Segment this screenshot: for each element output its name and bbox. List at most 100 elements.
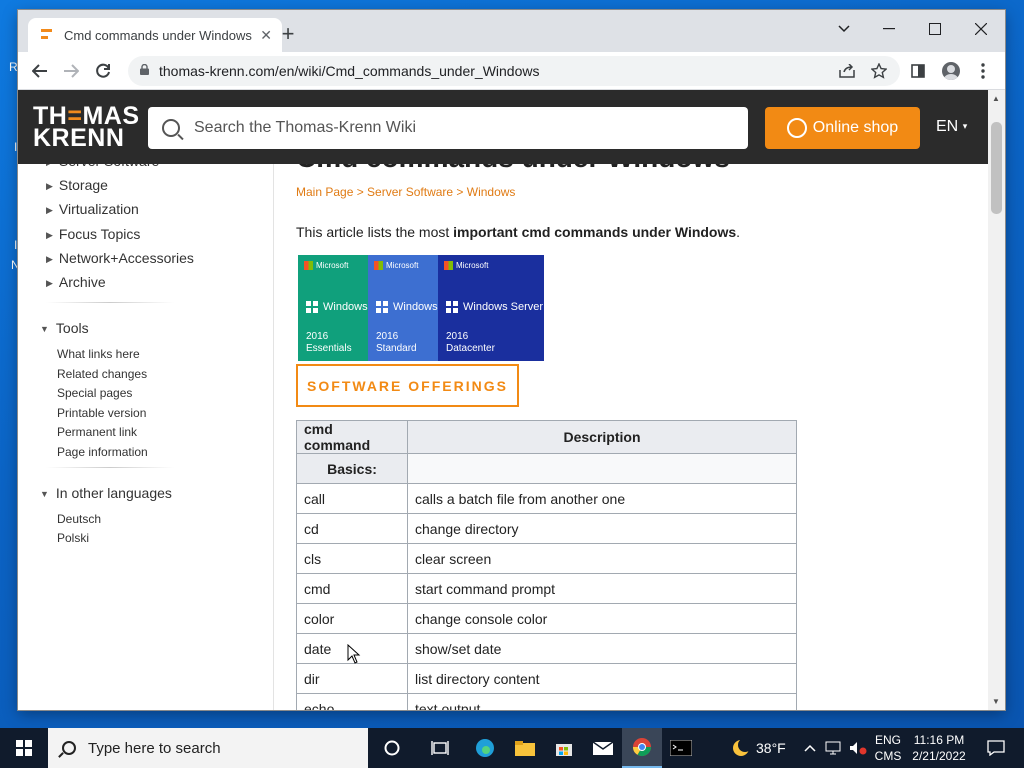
tool-link[interactable]: Permanent link	[57, 425, 137, 439]
lock-icon[interactable]	[140, 63, 149, 78]
article-intro: This article lists the most important cm…	[296, 224, 741, 240]
scroll-up-arrow-icon[interactable]: ▲	[992, 94, 1000, 103]
reload-button[interactable]	[90, 59, 116, 83]
tab-search-chevron-icon[interactable]	[821, 14, 867, 44]
table-header: Description	[407, 420, 797, 454]
command-cell: cls	[296, 543, 408, 574]
table-cell	[407, 453, 797, 484]
browser-toolbar: thomas-krenn.com/en/wiki/Cmd_commands_un…	[18, 52, 1005, 90]
microsoft-store-icon[interactable]	[544, 728, 584, 768]
description-cell: list directory content	[407, 663, 797, 694]
breadcrumb[interactable]: Main Page > Server Software > Windows	[296, 185, 515, 199]
table-row: cls clear screen	[296, 543, 797, 574]
description-cell: show/set date	[407, 633, 797, 664]
table-row: echo text output	[296, 693, 797, 710]
sidebar-item-focus-topics[interactable]: ▶ Focus Topics	[46, 226, 140, 242]
language-link[interactable]: Deutsch	[57, 512, 101, 526]
desktop-icon-label: I	[14, 140, 18, 154]
bookmark-star-icon[interactable]	[866, 59, 892, 83]
clock[interactable]: 11:16 PM 2/21/2022	[906, 732, 972, 764]
tool-link[interactable]: What links here	[57, 347, 140, 361]
tool-link[interactable]: Page information	[57, 445, 148, 459]
sidebar-item-virtualization[interactable]: ▶ Virtualization	[46, 201, 139, 217]
command-cell: color	[296, 603, 408, 634]
taskbar: Type here to search 38°F ENG CMS 11:16 PM…	[0, 728, 1024, 768]
weather-temperature[interactable]: 38°F	[756, 740, 786, 756]
desktop-icon-label: R	[9, 60, 18, 74]
menu-kebab-icon[interactable]	[970, 59, 996, 83]
command-cell: dir	[296, 663, 408, 694]
volume-muted-icon[interactable]	[846, 728, 870, 768]
scrollbar-thumb[interactable]	[991, 122, 1002, 214]
scroll-down-arrow-icon[interactable]: ▼	[992, 697, 1000, 706]
tab-close-icon[interactable]: ✕	[260, 27, 272, 44]
cortana-icon[interactable]	[372, 728, 412, 768]
search-placeholder: Search the Thomas-Krenn Wiki	[194, 119, 417, 136]
share-icon[interactable]	[834, 59, 860, 83]
search-icon	[62, 741, 76, 755]
profile-avatar[interactable]	[938, 59, 964, 83]
thomas-krenn-logo[interactable]: TH=MAS KRENN	[33, 104, 140, 151]
show-hidden-icons-chevron-icon[interactable]	[798, 728, 822, 768]
language-selector[interactable]: EN ▾	[936, 118, 967, 136]
sidebar-item-storage[interactable]: ▶ Storage	[46, 177, 108, 193]
back-button[interactable]	[27, 59, 53, 83]
forward-button[interactable]	[58, 59, 84, 83]
online-shop-button[interactable]: Online shop	[765, 107, 920, 149]
minimize-button[interactable]	[866, 14, 912, 44]
chrome-icon[interactable]	[622, 728, 662, 768]
page-scrollbar[interactable]: ▲ ▼	[988, 90, 1005, 710]
browser-tab[interactable]: Cmd commands under Windows ✕	[28, 18, 282, 52]
description-cell: change directory	[407, 513, 797, 544]
software-offerings-button[interactable]: SOFTWARE OFFERINGS	[296, 364, 519, 407]
network-icon[interactable]	[822, 728, 846, 768]
close-window-button[interactable]	[958, 14, 1004, 44]
sidebar-divider	[46, 302, 174, 303]
site-header: TH=MAS KRENN Search the Thomas-Krenn Wik…	[18, 90, 988, 164]
table-row: call calls a batch file from another one	[296, 483, 797, 514]
side-panel-icon[interactable]	[905, 59, 931, 83]
command-cell: call	[296, 483, 408, 514]
command-cell: cd	[296, 513, 408, 544]
wiki-search-input[interactable]: Search the Thomas-Krenn Wiki	[148, 107, 748, 149]
thomas-krenn-favicon-icon	[40, 27, 54, 43]
weather-moon-icon[interactable]	[721, 728, 761, 768]
command-prompt-icon[interactable]	[661, 728, 701, 768]
article-content: Cmd commands under Windows Main Page > S…	[274, 142, 988, 710]
command-cell: cmd	[296, 573, 408, 604]
sidebar-item-network-accessories[interactable]: ▶ Network+Accessories	[46, 250, 194, 266]
url-text: thomas-krenn.com/en/wiki/Cmd_commands_un…	[159, 63, 540, 79]
input-language-indicator[interactable]: ENG CMS	[874, 732, 902, 764]
taskbar-search-box[interactable]: Type here to search	[48, 728, 368, 768]
browser-window: Cmd commands under Windows ✕ + thomas-kr…	[18, 10, 1005, 710]
languages-heading[interactable]: ▼ In other languages	[40, 485, 172, 501]
taskbar-search-placeholder: Type here to search	[88, 739, 221, 757]
tool-link[interactable]: Related changes	[57, 367, 147, 381]
windows-server-banner-image[interactable]: Microsoft Windows 2016 Essentials Microso…	[298, 255, 544, 361]
maximize-button[interactable]	[912, 14, 958, 44]
notification-center-icon[interactable]	[976, 728, 1016, 768]
task-view-icon[interactable]	[420, 728, 460, 768]
description-cell: start command prompt	[407, 573, 797, 604]
cmd-commands-table: cmd command Description Basics: call call…	[296, 420, 797, 710]
banner-box-datacenter: Microsoft Windows Server 2016 Datacenter	[438, 255, 544, 361]
table-row: cd change directory	[296, 513, 797, 544]
desktop-icon-label: I	[14, 238, 18, 252]
tab-strip: Cmd commands under Windows ✕ +	[18, 10, 1005, 52]
banner-box-standard: Microsoft Windows 2016 Standard	[368, 255, 438, 361]
tools-heading[interactable]: ▼ Tools	[40, 320, 89, 336]
tool-link[interactable]: Special pages	[57, 386, 132, 400]
mouse-cursor-icon	[347, 644, 361, 664]
start-button[interactable]	[0, 728, 48, 768]
file-explorer-icon[interactable]	[505, 728, 545, 768]
table-row: color change console color	[296, 603, 797, 634]
language-link[interactable]: Polski	[57, 531, 89, 545]
table-section-row: Basics:	[296, 453, 797, 484]
table-row: date show/set date	[296, 633, 797, 664]
mail-icon[interactable]	[583, 728, 623, 768]
sidebar-item-archive[interactable]: ▶ Archive	[46, 274, 106, 290]
address-bar[interactable]: thomas-krenn.com/en/wiki/Cmd_commands_un…	[128, 56, 900, 86]
edge-browser-icon[interactable]	[465, 728, 505, 768]
tool-link[interactable]: Printable version	[57, 406, 146, 420]
new-tab-button[interactable]: +	[276, 22, 300, 46]
